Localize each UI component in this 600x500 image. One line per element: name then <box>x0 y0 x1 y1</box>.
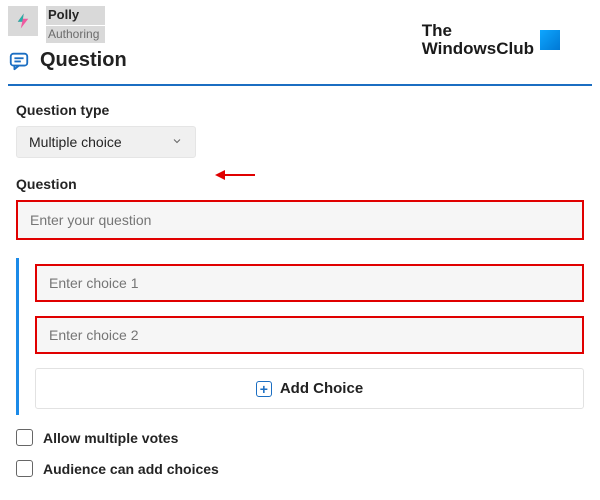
add-choice-label: Add Choice <box>280 380 363 397</box>
audience-add-checkbox[interactable] <box>16 460 33 477</box>
app-logo <box>8 6 38 36</box>
chevron-down-icon <box>171 134 183 150</box>
question-type-select[interactable]: Multiple choice <box>16 126 196 158</box>
question-type-value: Multiple choice <box>29 134 122 150</box>
form-area: Question type Multiple choice Question +… <box>0 86 600 477</box>
question-input[interactable] <box>16 200 584 240</box>
question-label: Question <box>16 176 584 192</box>
chat-icon <box>8 50 30 72</box>
choices-list: + Add Choice <box>16 258 584 415</box>
audience-add-row[interactable]: Audience can add choices <box>16 460 584 477</box>
audience-add-label: Audience can add choices <box>43 461 219 477</box>
allow-multiple-label: Allow multiple votes <box>43 430 178 446</box>
choice-input-2[interactable] <box>35 316 584 354</box>
watermark-line2: WindowsClub <box>422 40 534 58</box>
watermark: The WindowsClub <box>422 22 560 58</box>
page-title: Question <box>40 49 127 72</box>
bolt-icon <box>14 12 32 30</box>
watermark-line1: The <box>422 22 534 40</box>
annotation-arrow <box>215 170 255 180</box>
question-type-label: Question type <box>16 102 584 118</box>
plus-icon: + <box>256 381 272 397</box>
app-name: Polly <box>46 6 105 25</box>
app-subtitle: Authoring <box>46 26 105 44</box>
app-meta: Polly Authoring <box>46 6 105 43</box>
add-choice-button[interactable]: + Add Choice <box>35 368 584 409</box>
watermark-logo-icon <box>540 30 560 50</box>
allow-multiple-checkbox[interactable] <box>16 429 33 446</box>
allow-multiple-row[interactable]: Allow multiple votes <box>16 429 584 446</box>
choice-input-1[interactable] <box>35 264 584 302</box>
